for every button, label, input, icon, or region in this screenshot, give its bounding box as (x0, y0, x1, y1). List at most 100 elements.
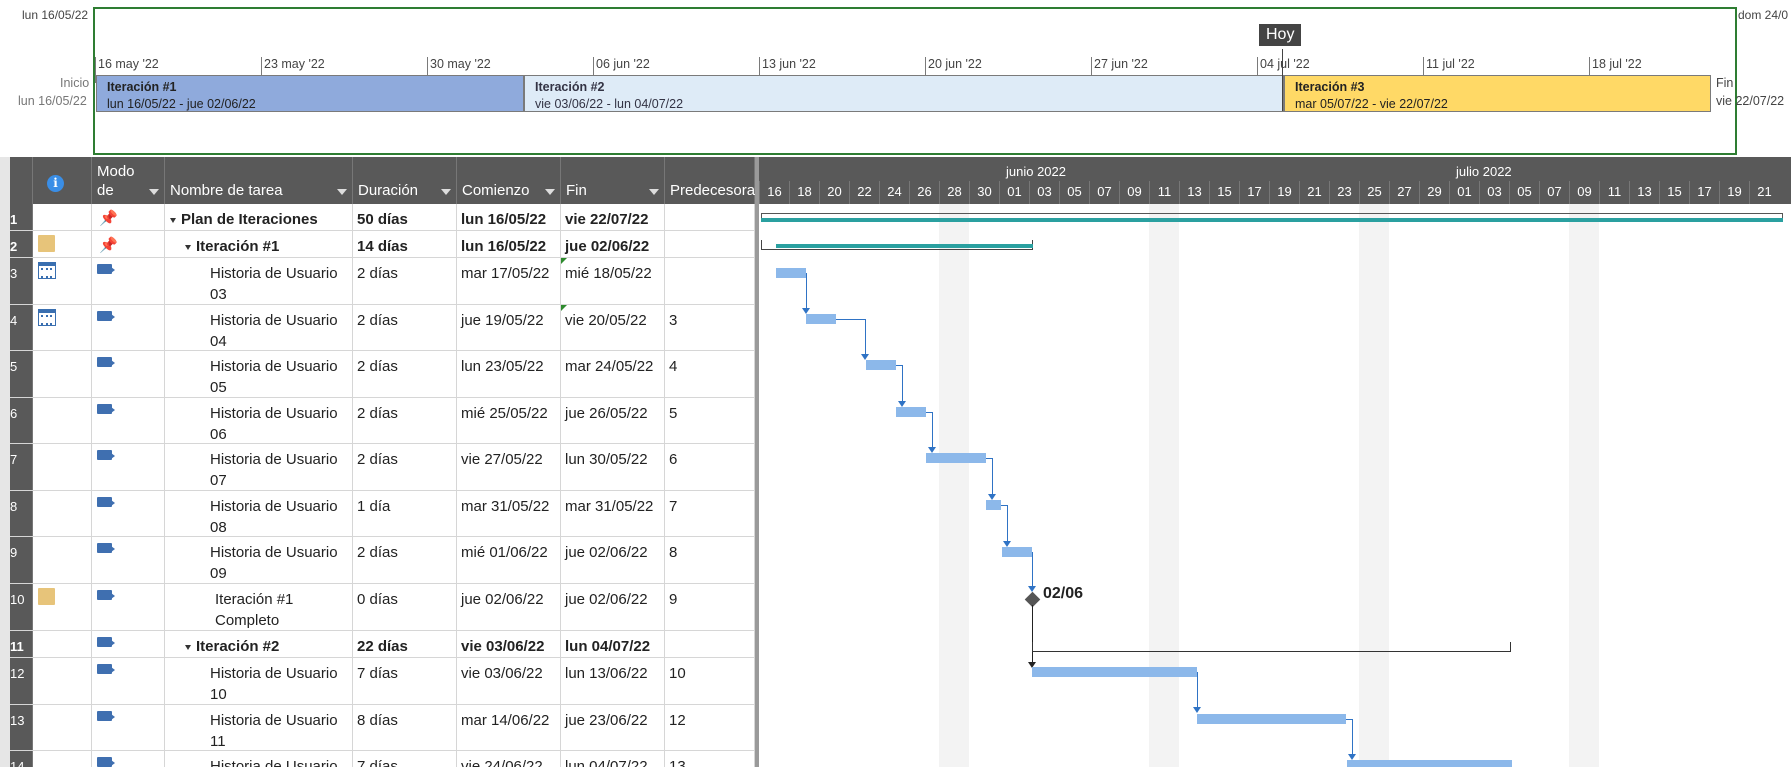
row-start[interactable]: vie 03/06/22 (457, 658, 561, 704)
row-name[interactable]: Historia de Usuario 06 (165, 398, 353, 443)
row-predecessors[interactable]: 13 (665, 751, 755, 767)
timeline-bar-iteracion-2[interactable]: Iteración #2 vie 03/06/22 - lun 04/07/22 (524, 75, 1284, 112)
row-finish[interactable]: lun 30/05/22 (561, 444, 665, 490)
row-duration[interactable]: 22 días (353, 631, 457, 657)
row-duration[interactable]: 14 días (353, 231, 457, 257)
row-name[interactable]: Historia de Usuario 08 (165, 491, 353, 536)
table-row[interactable]: 11 Iteración #2 22 días vie 03/06/22 lun… (10, 631, 755, 658)
row-id[interactable]: 12 (10, 658, 33, 704)
row-finish[interactable]: jue 02/06/22 (561, 584, 665, 630)
row-start[interactable]: lun 23/05/22 (457, 351, 561, 397)
row-duration[interactable]: 2 días (353, 351, 457, 397)
row-start[interactable]: jue 02/06/22 (457, 584, 561, 630)
gantt-chart[interactable]: junio 2022 julio 2022 16 18 20 22 24 26 28 30 01… (759, 157, 1791, 767)
gantt-bar-hu-10[interactable] (1032, 667, 1197, 677)
row-name[interactable]: Historia de Usuario 04 (165, 305, 353, 350)
row-finish[interactable]: lun 13/06/22 (561, 658, 665, 704)
header-finish[interactable]: Fin (561, 157, 665, 204)
row-finish[interactable]: mar 24/05/22 (561, 351, 665, 397)
row-mode[interactable] (92, 305, 165, 350)
gantt-summary-outline-iteracion-2[interactable] (1032, 642, 1511, 652)
row-mode[interactable] (92, 258, 165, 304)
row-id[interactable]: 6 (10, 398, 33, 443)
row-duration[interactable]: 2 días (353, 537, 457, 583)
row-id[interactable]: 1 (10, 204, 33, 230)
gantt-bar-hu-08[interactable] (986, 500, 1001, 510)
row-mode[interactable] (92, 444, 165, 490)
row-mode[interactable] (92, 491, 165, 536)
row-name[interactable]: Historia de Usuario 11 (165, 705, 353, 750)
row-id[interactable]: 14 (10, 751, 33, 767)
row-predecessors[interactable] (665, 231, 755, 257)
gantt-bar-hu-07[interactable] (926, 453, 986, 463)
collapse-icon[interactable] (185, 244, 191, 250)
row-finish[interactable]: vie 20/05/22 (561, 305, 665, 350)
row-duration[interactable]: 1 día (353, 491, 457, 536)
chevron-down-icon[interactable] (545, 189, 555, 195)
row-finish[interactable]: mié 18/05/22 (561, 258, 665, 304)
row-name[interactable]: Historia de Usuario 03 (165, 258, 353, 304)
table-row[interactable]: 10 Iteración #1 Completo 0 días jue 02/0… (10, 584, 755, 631)
header-duration[interactable]: Duración (353, 157, 457, 204)
row-predecessors[interactable]: 9 (665, 584, 755, 630)
row-id[interactable]: 7 (10, 444, 33, 490)
note-icon[interactable] (38, 235, 55, 252)
chevron-down-icon[interactable] (337, 189, 347, 195)
row-start[interactable]: mié 25/05/22 (457, 398, 561, 443)
row-name-cell[interactable]: Plan de Iteraciones (165, 204, 353, 230)
row-predecessors[interactable]: 8 (665, 537, 755, 583)
gantt-bar-hu-09[interactable] (1002, 547, 1032, 557)
row-start[interactable]: mar 14/06/22 (457, 705, 561, 750)
row-name[interactable]: Iteración #1 Completo (165, 584, 353, 630)
calendar-icon[interactable] (38, 262, 56, 279)
row-id[interactable]: 11 (10, 631, 33, 657)
row-name[interactable]: Historia de Usuario 10 (165, 658, 353, 704)
row-duration[interactable]: 2 días (353, 305, 457, 350)
row-predecessors[interactable]: 5 (665, 398, 755, 443)
row-finish[interactable]: vie 22/07/22 (561, 204, 665, 230)
row-mode[interactable] (92, 351, 165, 397)
row-name[interactable]: Historia de Usuario (165, 751, 353, 767)
header-predecessors[interactable]: Predecesoras (665, 157, 755, 204)
row-finish[interactable]: jue 23/06/22 (561, 705, 665, 750)
row-name[interactable]: Historia de Usuario 07 (165, 444, 353, 490)
row-predecessors[interactable] (665, 631, 755, 657)
row-duration[interactable]: 2 días (353, 444, 457, 490)
row-mode[interactable] (92, 584, 165, 630)
row-mode[interactable] (92, 705, 165, 750)
chevron-down-icon[interactable] (149, 189, 159, 195)
chevron-down-icon[interactable] (441, 189, 451, 195)
collapse-icon[interactable] (170, 217, 176, 223)
timeline-bar-iteracion-3[interactable]: Iteración #3 mar 05/07/22 - vie 22/07/22 (1284, 75, 1711, 112)
row-name-cell[interactable]: Iteración #2 (165, 631, 353, 657)
row-predecessors[interactable] (665, 204, 755, 230)
table-row[interactable]: 5 Historia de Usuario 05 2 días lun 23/0… (10, 351, 755, 398)
row-id[interactable]: 5 (10, 351, 33, 397)
row-predecessors[interactable]: 6 (665, 444, 755, 490)
table-row[interactable]: 8 Historia de Usuario 08 1 día mar 31/05… (10, 491, 755, 537)
row-predecessors[interactable]: 4 (665, 351, 755, 397)
table-row[interactable]: 9 Historia de Usuario 09 2 días mié 01/0… (10, 537, 755, 584)
row-start[interactable]: mar 17/05/22 (457, 258, 561, 304)
row-mode[interactable] (92, 537, 165, 583)
row-mode[interactable] (92, 631, 165, 657)
row-name[interactable]: Historia de Usuario 05 (165, 351, 353, 397)
table-row[interactable]: 3 Historia de Usuario 03 2 días mar 17/0… (10, 258, 755, 305)
row-predecessors[interactable]: 12 (665, 705, 755, 750)
row-mode[interactable] (92, 658, 165, 704)
table-row[interactable]: 7 Historia de Usuario 07 2 días vie 27/0… (10, 444, 755, 491)
timeline-box[interactable]: 16 may '22 23 may '22 30 may '22 06 jun … (93, 7, 1737, 155)
table-row[interactable]: 6 Historia de Usuario 06 2 días mié 25/0… (10, 398, 755, 444)
row-duration[interactable]: 8 días (353, 705, 457, 750)
row-predecessors[interactable]: 7 (665, 491, 755, 536)
timeline-bar-iteracion-1[interactable]: Iteración #1 lun 16/05/22 - jue 02/06/22 (96, 75, 524, 112)
gantt-bar-hu-06[interactable] (896, 407, 926, 417)
table-row[interactable]: 12 Historia de Usuario 10 7 días vie 03/… (10, 658, 755, 705)
gantt-bar-hu-03[interactable] (776, 268, 806, 278)
row-name-cell[interactable]: Iteración #1 (165, 231, 353, 257)
row-predecessors[interactable]: 10 (665, 658, 755, 704)
row-start[interactable]: mié 01/06/22 (457, 537, 561, 583)
note-icon[interactable] (38, 588, 55, 605)
row-finish[interactable]: jue 02/06/22 (561, 231, 665, 257)
header-task-mode[interactable]: Modo de (92, 157, 165, 204)
